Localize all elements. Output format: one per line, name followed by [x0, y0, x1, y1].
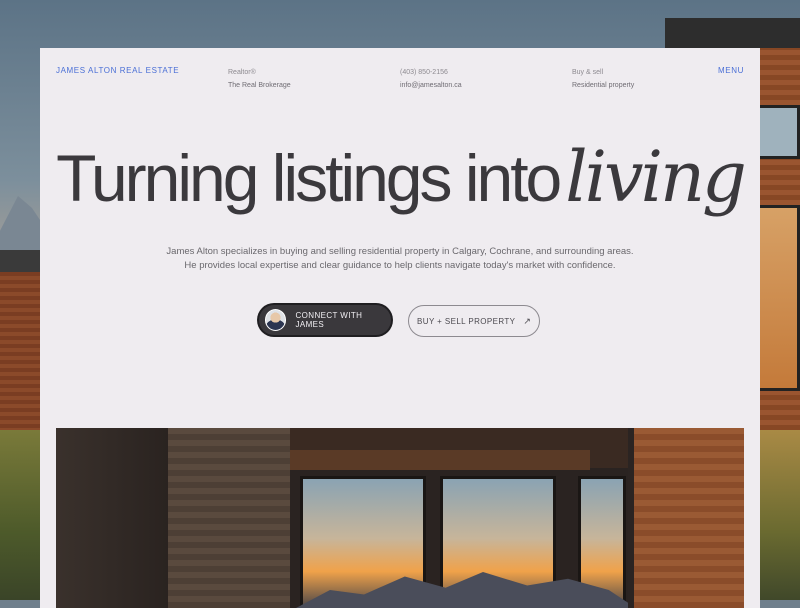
description-line: He provides local expertise and clear gu… [184, 260, 616, 271]
buy-sell-button-label: BUY + SELL PROPERTY [417, 316, 516, 326]
background-window [754, 105, 800, 159]
meta-value: Residential property [572, 82, 635, 89]
meta-services: Buy & sell Residential property [572, 66, 634, 92]
background-grass-right [760, 430, 800, 600]
page-title: Turning listings intoliving [40, 136, 760, 218]
headline-text: Turning listings into [56, 141, 562, 215]
top-bar: JAMES ALTON REAL ESTATE Realtor® The Rea… [56, 64, 744, 94]
photo-wood-panel [168, 428, 290, 608]
main-card: JAMES ALTON REAL ESTATE Realtor® The Rea… [40, 48, 760, 608]
background-roof-right [665, 18, 800, 48]
avatar [265, 309, 287, 331]
arrow-up-right-icon: ↗ [523, 315, 531, 326]
photo-cedar-wall [634, 428, 744, 608]
background-grass-left [0, 430, 40, 600]
meta-label: Realtor® [228, 69, 256, 76]
buy-sell-button[interactable]: BUY + SELL PROPERTY ↗ [408, 305, 540, 337]
photo-wall [56, 428, 168, 608]
meta-value: The Real Brokerage [228, 82, 291, 89]
hero-description: James Alton specializes in buying and se… [100, 245, 700, 273]
email-link[interactable]: info@jamesalton.ca [400, 79, 462, 92]
description-line: James Alton specializes in buying and se… [166, 246, 634, 257]
photo-beam [290, 450, 590, 470]
phone-link[interactable]: (403) 850-2156 [400, 66, 462, 79]
brand-logo[interactable]: JAMES ALTON REAL ESTATE [56, 66, 179, 75]
meta-contact: (403) 850-2156 info@jamesalton.ca [400, 66, 462, 92]
menu-button[interactable]: MENU [718, 66, 744, 75]
background-window [754, 205, 800, 391]
background-house-left [0, 252, 40, 452]
connect-button[interactable]: CONNECT WITH JAMES [259, 305, 391, 335]
hero-photo [56, 428, 744, 608]
meta-realtor: Realtor® The Real Brokerage [228, 66, 291, 92]
connect-button-label: CONNECT WITH JAMES [295, 311, 363, 329]
meta-label: Buy & sell [572, 69, 604, 76]
background-roof-left [0, 250, 40, 272]
headline-emphasis: living [565, 136, 747, 218]
